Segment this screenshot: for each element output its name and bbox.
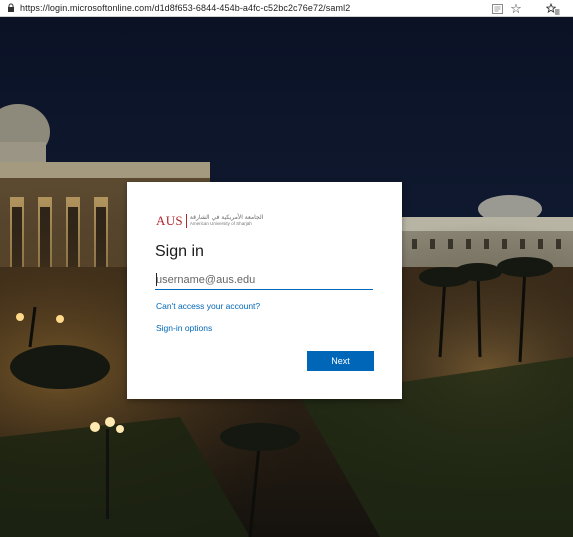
logo-divider (185, 214, 187, 228)
text-cursor (156, 273, 157, 286)
favorites-icon[interactable] (545, 1, 561, 16)
aus-logo: AUS الجامعة الأمريكية في الشارقة America… (156, 213, 263, 229)
lock-icon (4, 0, 18, 17)
username-input[interactable] (155, 271, 373, 290)
sign-in-options-link[interactable]: Sign-in options (156, 323, 212, 334)
sign-in-card: AUS الجامعة الأمريكية في الشارقة America… (127, 182, 402, 399)
address-bar[interactable]: https://login.microsoftonline.com/d1d8f6… (0, 0, 573, 17)
next-button[interactable]: Next (307, 351, 374, 371)
reader-view-icon[interactable] (490, 1, 504, 16)
cant-access-account-link[interactable]: Can't access your account? (156, 301, 260, 312)
page-title: Sign in (155, 243, 204, 260)
username-field-wrapper (155, 270, 373, 290)
url-text[interactable]: https://login.microsoftonline.com/d1d8f6… (20, 3, 350, 13)
star-icon[interactable]: ☆ (509, 1, 523, 16)
logo-text: AUS (156, 213, 183, 228)
logo-subtitle: American University of Sharjah (189, 221, 252, 226)
